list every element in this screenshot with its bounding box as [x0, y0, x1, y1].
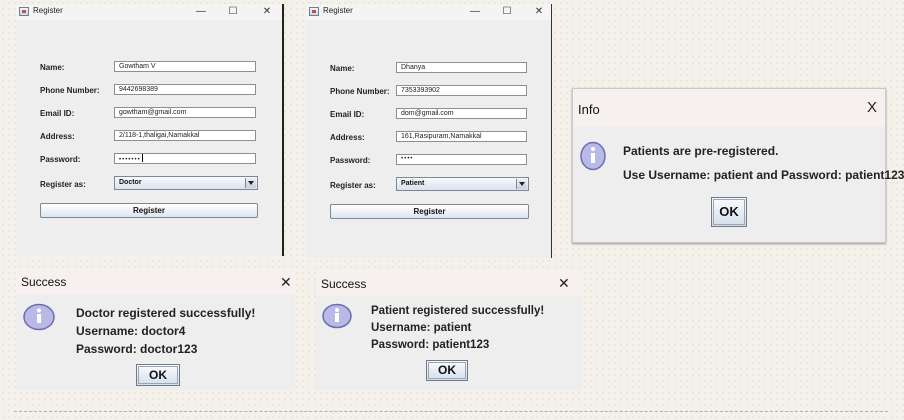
password-field[interactable]: ••••••• [114, 153, 256, 164]
doctor-register-window: Register — ☐ ✕ Name: Gowtham V Phone Num… [16, 4, 284, 256]
role-select[interactable]: Doctor [114, 176, 258, 190]
success-message-line-1: Patient registered successfully! [371, 305, 545, 317]
window-edge-shadow [282, 4, 284, 256]
role-select[interactable]: Patient [396, 177, 529, 191]
dialog-title: Success [321, 277, 367, 291]
register-button[interactable]: Register [40, 203, 258, 218]
password-mask: ••••••• [119, 157, 141, 163]
role-label: Register as: [40, 180, 86, 189]
java-app-icon [19, 7, 29, 16]
address-field[interactable]: 161,Rasipuram,Namakkal [396, 131, 527, 142]
password-field[interactable]: •••• [396, 154, 527, 165]
phone-label: Phone Number: [330, 87, 390, 96]
info-dialog: Info X Patients are pre-registered. Use … [572, 88, 904, 243]
register-button[interactable]: Register [330, 204, 529, 219]
email-label: Email ID: [330, 110, 365, 119]
ok-button[interactable]: OK [426, 360, 468, 381]
minimize-button[interactable]: — [466, 4, 484, 19]
patient-register-window: Register — ☐ ✕ Name: Dhanya Phone Number… [306, 4, 552, 258]
password-label: Password: [40, 155, 81, 164]
close-button[interactable]: ✕ [258, 4, 276, 19]
role-selected-value: Doctor [119, 179, 142, 186]
email-label: Email ID: [40, 109, 75, 118]
dialog-title: Info [578, 102, 600, 117]
phone-field[interactable]: 7353393902 [396, 85, 527, 96]
window-title: Register [323, 6, 353, 15]
dashed-divider [14, 411, 888, 412]
name-label: Name: [330, 64, 355, 73]
info-icon [23, 303, 55, 331]
close-button[interactable]: ✕ [558, 276, 570, 290]
email-field[interactable]: gowtham@gmail.com [114, 107, 256, 118]
role-label: Register as: [330, 181, 376, 190]
email-field[interactable]: dom@gmail.com [396, 108, 527, 119]
title-bar: Register — ☐ ✕ [306, 4, 552, 20]
address-label: Address: [330, 133, 365, 142]
address-field[interactable]: 2/118-1,thaligai,Namakkal [114, 130, 256, 141]
doctor-success-dialog: Success ✕ Doctor registered successfully… [16, 268, 295, 390]
patient-success-dialog: Success ✕ Patient registered successfull… [316, 270, 582, 390]
info-message-line-1: Patients are pre-registered. [623, 144, 779, 158]
success-message-line-3: Password: doctor123 [76, 342, 198, 356]
text-caret [141, 154, 143, 162]
success-message-line-3: Password: patient123 [371, 339, 490, 351]
ok-button[interactable]: OK [711, 197, 747, 227]
success-message-line-1: Doctor registered successfully! [76, 306, 256, 320]
close-button[interactable]: X [867, 100, 877, 115]
ok-button[interactable]: OK [136, 364, 180, 386]
window-edge-shadow [551, 4, 552, 258]
dialog-title-bar [573, 89, 885, 126]
phone-label: Phone Number: [40, 86, 100, 95]
minimize-button[interactable]: — [192, 4, 210, 19]
close-button[interactable]: ✕ [280, 275, 292, 289]
name-field[interactable]: Gowtham V [114, 61, 256, 72]
title-bar: Register — ☐ ✕ [16, 4, 284, 20]
success-message-line-2: Username: doctor4 [76, 324, 186, 338]
address-label: Address: [40, 132, 75, 141]
info-message-line-2: Use Username: patient and Password: pati… [623, 168, 904, 182]
chevron-down-icon[interactable] [245, 178, 256, 188]
info-icon [322, 303, 352, 329]
phone-field[interactable]: 9442698389 [114, 84, 256, 95]
java-app-icon [309, 7, 319, 16]
info-icon [580, 141, 606, 171]
window-title: Register [33, 6, 63, 15]
maximize-button[interactable]: ☐ [498, 4, 516, 19]
name-label: Name: [40, 63, 65, 72]
role-selected-value: Patient [401, 180, 425, 187]
close-button[interactable]: ✕ [530, 4, 548, 19]
dialog-title: Success [21, 275, 67, 289]
name-field[interactable]: Dhanya [396, 62, 527, 73]
password-label: Password: [330, 156, 371, 165]
chevron-down-icon[interactable] [516, 179, 527, 189]
success-message-line-2: Username: patient [371, 322, 472, 334]
maximize-button[interactable]: ☐ [224, 4, 242, 19]
